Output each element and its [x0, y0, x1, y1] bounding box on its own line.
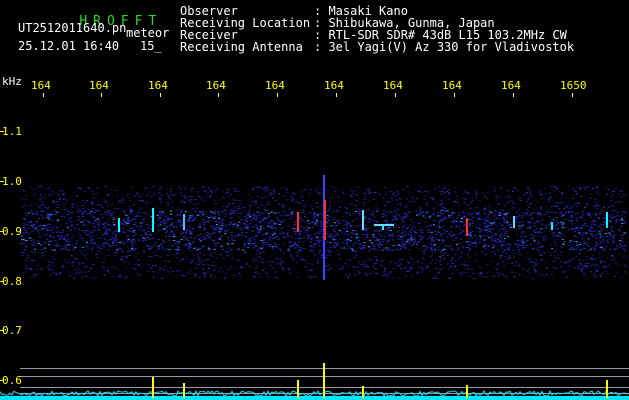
meteor-echo [513, 216, 515, 228]
info-label-antenna: Receiving Antenna [180, 40, 303, 54]
meteor-echo [606, 212, 608, 228]
freq-tick-mark [101, 93, 102, 97]
interval-label: 15_ [140, 39, 162, 53]
freq-tick-label: 164 [442, 79, 462, 92]
y-tick-label: 0.9 [2, 225, 22, 238]
waterfall-spectrogram [0, 93, 629, 400]
freq-tick-label: 164 [383, 79, 403, 92]
freq-tick-label: 164 [206, 79, 226, 92]
spectrum-peak [606, 380, 608, 398]
meteor-echo [551, 222, 553, 230]
file-name: UT2512011640.pn [18, 21, 127, 35]
meteor-echo [118, 218, 120, 232]
spectrum-peak [362, 386, 364, 398]
freq-tick-label: 164 [31, 79, 51, 92]
spectrum-peak [466, 385, 468, 398]
freq-tick-mark [160, 93, 161, 97]
meteor-echo [152, 208, 154, 232]
mode-label: meteor [126, 26, 170, 40]
meteor-echo [374, 224, 394, 226]
hrofft-window: HROFFT UT2512011640.pn meteor 25.12.01 1… [0, 0, 629, 400]
freq-tick-mark [277, 93, 278, 97]
meteor-echo [362, 210, 364, 230]
meteor-echo [297, 212, 299, 232]
freq-tick-mark [336, 93, 337, 97]
freq-tick-label: 1650 [560, 79, 587, 92]
freq-tick-label: 164 [324, 79, 344, 92]
y-tick-label: 0.8 [2, 275, 22, 288]
spectrum-peak [152, 377, 154, 398]
spectrum-peak [297, 380, 299, 398]
axis-unit-label: kHz [2, 75, 22, 88]
info-value-antenna: : 3el Yagi(V) Az 330 for Vladivostok [314, 40, 575, 54]
spectrum-floor [0, 396, 629, 400]
freq-tick-label: 164 [148, 79, 168, 92]
spectrum-peak [183, 383, 185, 398]
freq-tick-mark [513, 93, 514, 97]
y-tick-label: 1.0 [2, 175, 22, 188]
freq-tick-label: 164 [265, 79, 285, 92]
date-time: 25.12.01 16:40 [18, 39, 120, 53]
freq-tick-mark [218, 93, 219, 97]
y-tick-label: 0.7 [2, 324, 22, 337]
freq-tick-label: 164 [501, 79, 521, 92]
freq-tick-mark [395, 93, 396, 97]
freq-tick-label: 164 [89, 79, 109, 92]
y-tick-label: 0.6 [2, 374, 22, 387]
freq-tick-mark [454, 93, 455, 97]
meteor-echo [324, 200, 326, 240]
freq-tick-mark [43, 93, 44, 97]
meteor-echo [466, 218, 468, 236]
freq-tick-mark [572, 93, 573, 97]
meteor-echo [183, 214, 185, 230]
spectrum-peak [323, 363, 325, 398]
y-tick-label: 1.1 [2, 125, 22, 138]
